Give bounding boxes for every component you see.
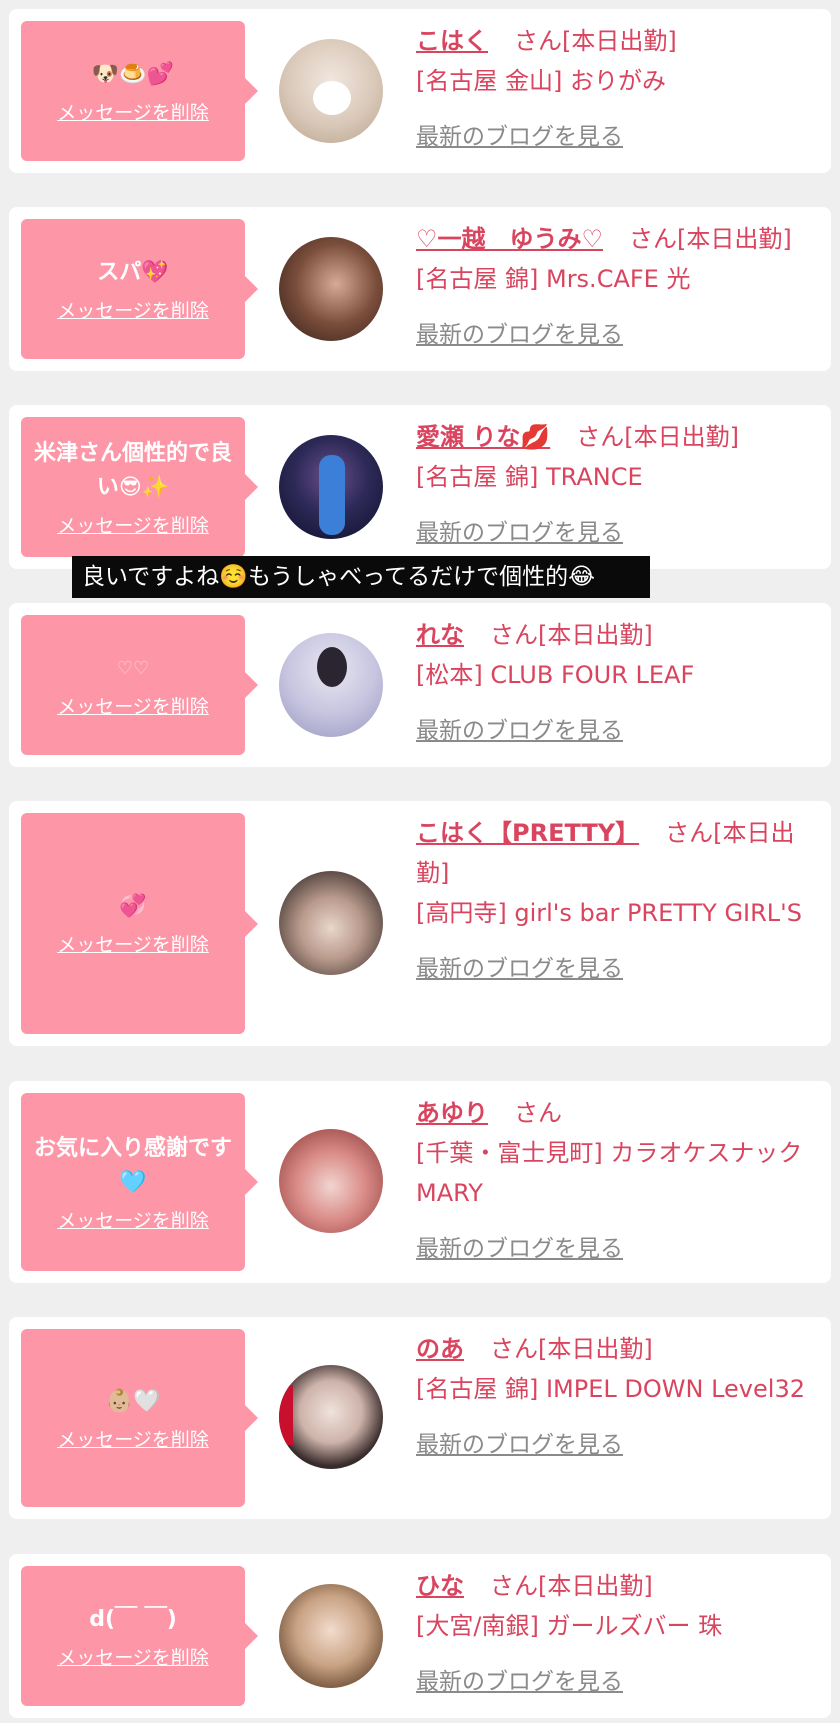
message-bubble: スパ💖 メッセージを削除 (21, 219, 258, 359)
favorite-card: ♡♡ メッセージを削除 れな さん[本日出勤] [松本] CLUB FOUR LE… (9, 603, 831, 767)
delete-message-link[interactable]: メッセージを削除 (57, 511, 209, 538)
cast-info: れな さん[本日出勤] [松本] CLUB FOUR LEAF 最新のブログを見る (416, 615, 819, 751)
cast-status: さん[本日出勤] (490, 1572, 653, 1600)
cast-status: さん[本日出勤] (514, 27, 677, 55)
cast-info: のあ さん[本日出勤] [名古屋 錦] IMPEL DOWN Level32 最新… (416, 1329, 819, 1465)
message-text: 米津さん個性的で良い😎✨ (33, 440, 232, 500)
avatar[interactable] (279, 1365, 383, 1469)
video-caption: 良いですよね☺️もうしゃべってるだけで個性的😂 (72, 556, 650, 598)
favorite-card: d(￣ ￣) メッセージを削除 ひな さん[本日出勤] [大宮/南銀] ガールズバ… (9, 1554, 831, 1718)
message-bubble: 💞 メッセージを削除 (21, 813, 258, 1034)
avatar[interactable] (279, 1584, 383, 1688)
favorite-card: 米津さん個性的で良い😎✨ メッセージを削除 愛瀬 りな💋 さん[本日出勤] [名古… (9, 405, 831, 569)
cast-name-link[interactable]: あゆり (416, 1099, 488, 1127)
latest-blog-link[interactable]: 最新のブログを見る (416, 513, 819, 553)
message-bubble: d(￣ ￣) メッセージを削除 (21, 1566, 258, 1706)
cast-info: ♡一越 ゆうみ♡ さん[本日出勤] [名古屋 錦] Mrs.CAFE 光 最新のブ… (416, 219, 819, 355)
message-text: スパ💖 (97, 259, 169, 285)
favorite-card: 👶🏼🤍 メッセージを削除 のあ さん[本日出勤] [名古屋 錦] IMPEL DO… (9, 1317, 831, 1519)
cast-status: さん[本日出勤] (576, 423, 739, 451)
shop-name: [千葉・富士見町] カラオケスナック MARY (416, 1139, 803, 1207)
delete-message-link[interactable]: メッセージを削除 (57, 1206, 209, 1233)
avatar[interactable] (279, 1129, 383, 1233)
cast-status: さん (514, 1099, 562, 1127)
latest-blog-link[interactable]: 最新のブログを見る (416, 1662, 819, 1702)
cast-status: さん[本日出勤] (490, 1335, 653, 1363)
delete-message-link[interactable]: メッセージを削除 (57, 98, 209, 125)
shop-name: [名古屋 錦] IMPEL DOWN Level32 (416, 1375, 805, 1403)
shop-name: [名古屋 錦] Mrs.CAFE 光 (416, 265, 691, 293)
shop-name: [松本] CLUB FOUR LEAF (416, 661, 695, 689)
cast-status: さん[本日出勤] (490, 621, 653, 649)
latest-blog-link[interactable]: 最新のブログを見る (416, 117, 819, 157)
cast-info: 愛瀬 りな💋 さん[本日出勤] [名古屋 錦] TRANCE 最新のブログを見る (416, 417, 819, 553)
avatar[interactable] (279, 39, 383, 143)
avatar[interactable] (279, 237, 383, 341)
message-text: お気に入り感謝です🩵 (33, 1135, 232, 1195)
cast-name-link[interactable]: こはく (416, 27, 488, 55)
message-bubble: ♡♡ メッセージを削除 (21, 615, 258, 755)
message-text: 👶🏼🤍 (105, 1388, 161, 1414)
cast-name-link[interactable]: れな (416, 621, 464, 649)
delete-message-link[interactable]: メッセージを削除 (57, 692, 209, 719)
favorite-card: 💞 メッセージを削除 こはく【PRETTY】 さん[本日出勤] [高円寺] gir… (9, 801, 831, 1046)
avatar[interactable] (279, 633, 383, 737)
delete-message-link[interactable]: メッセージを削除 (57, 296, 209, 323)
message-bubble: お気に入り感謝です🩵 メッセージを削除 (21, 1093, 258, 1271)
cast-name-link[interactable]: ひな (416, 1572, 464, 1600)
latest-blog-link[interactable]: 最新のブログを見る (416, 711, 819, 751)
message-bubble: 🐶🍮💕 メッセージを削除 (21, 21, 258, 161)
favorite-card: スパ💖 メッセージを削除 ♡一越 ゆうみ♡ さん[本日出勤] [名古屋 錦] Mr… (9, 207, 831, 371)
favorite-card: 🐶🍮💕 メッセージを削除 こはく さん[本日出勤] [名古屋 金山] おりがみ 最… (9, 9, 831, 173)
latest-blog-link[interactable]: 最新のブログを見る (416, 949, 819, 989)
message-bubble: 米津さん個性的で良い😎✨ メッセージを削除 (21, 417, 258, 557)
shop-name: [名古屋 金山] おりがみ (416, 67, 666, 95)
cast-name-link[interactable]: 愛瀬 りな💋 (416, 423, 550, 451)
latest-blog-link[interactable]: 最新のブログを見る (416, 1425, 819, 1465)
delete-message-link[interactable]: メッセージを削除 (57, 930, 209, 957)
cast-status: さん[本日出勤] (629, 225, 792, 253)
message-text: d(￣ ￣) (89, 1606, 177, 1632)
cast-name-link[interactable]: のあ (416, 1335, 464, 1363)
cast-name-link[interactable]: ♡一越 ゆうみ♡ (416, 225, 603, 253)
cast-info: あゆり さん [千葉・富士見町] カラオケスナック MARY 最新のブログを見る (416, 1093, 819, 1269)
message-bubble: 👶🏼🤍 メッセージを削除 (21, 1329, 258, 1507)
avatar[interactable] (279, 435, 383, 539)
message-text: 🐶🍮💕 (91, 61, 175, 87)
cast-info: こはく【PRETTY】 さん[本日出勤] [高円寺] girl's bar PRE… (416, 813, 819, 989)
shop-name: [高円寺] girl's bar PRETTY GIRL'S (416, 899, 803, 927)
shop-name: [名古屋 錦] TRANCE (416, 463, 643, 491)
cast-info: ひな さん[本日出勤] [大宮/南銀] ガールズバー 珠 最新のブログを見る (416, 1566, 819, 1702)
shop-name: [大宮/南銀] ガールズバー 珠 (416, 1612, 723, 1640)
avatar[interactable] (279, 871, 383, 975)
delete-message-link[interactable]: メッセージを削除 (57, 1425, 209, 1452)
message-text: 💞 (119, 894, 147, 919)
latest-blog-link[interactable]: 最新のブログを見る (416, 1229, 819, 1269)
cast-info: こはく さん[本日出勤] [名古屋 金山] おりがみ 最新のブログを見る (416, 21, 819, 157)
latest-blog-link[interactable]: 最新のブログを見る (416, 315, 819, 355)
cast-name-link[interactable]: こはく【PRETTY】 (416, 819, 639, 847)
delete-message-link[interactable]: メッセージを削除 (57, 1643, 209, 1670)
favorite-card: お気に入り感謝です🩵 メッセージを削除 あゆり さん [千葉・富士見町] カラオケ… (9, 1081, 831, 1283)
message-text: ♡♡ (116, 657, 150, 679)
